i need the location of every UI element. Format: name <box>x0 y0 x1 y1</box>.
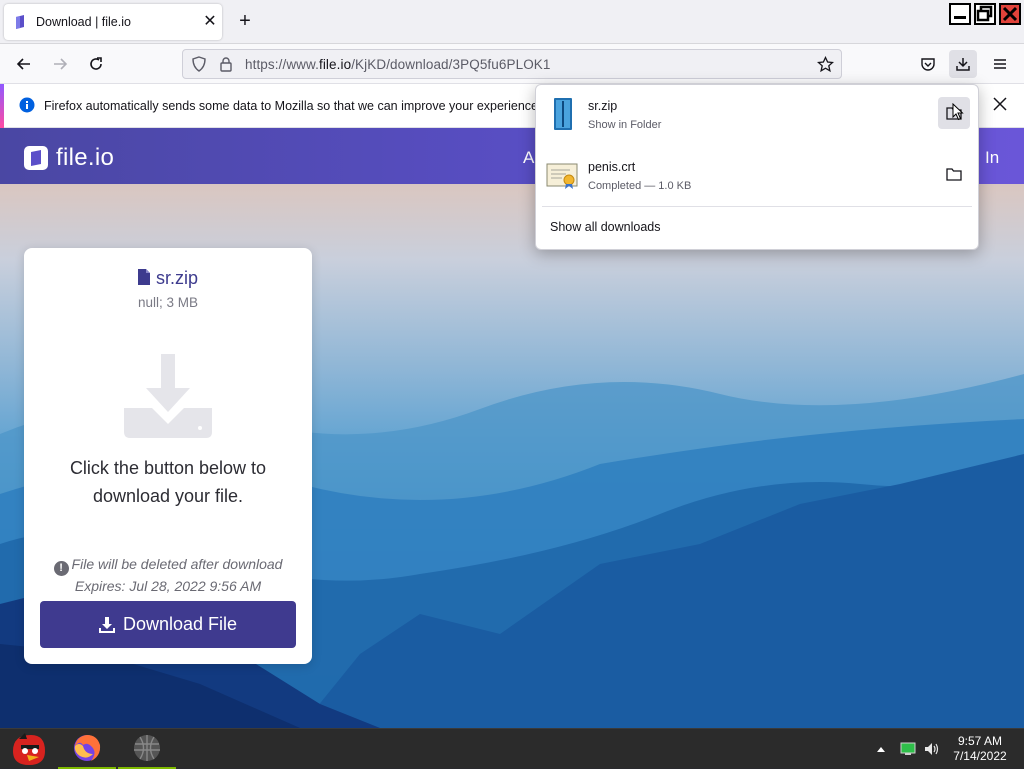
tab-title: Download | file.io <box>36 15 131 29</box>
app-menu-button[interactable] <box>986 50 1014 78</box>
file-icon <box>137 269 150 285</box>
folder-icon <box>946 168 962 181</box>
header-nav-link-partial[interactable]: A <box>523 148 534 168</box>
forward-button[interactable] <box>46 50 74 78</box>
new-tab-button[interactable]: + <box>234 10 256 32</box>
header-sign-in-link-partial[interactable]: In <box>985 148 999 168</box>
download-icon <box>98 616 115 633</box>
tab-close-icon[interactable]: ✕ <box>200 12 220 32</box>
download-item-status: Show in Folder <box>588 119 662 131</box>
download-item-name: penis.crt <box>588 160 636 174</box>
download-item-penis-crt[interactable]: penis.crt Completed — 1.0 KB <box>536 146 980 206</box>
notification-close-button[interactable] <box>990 94 1010 114</box>
download-file-button[interactable]: Download File <box>40 601 296 648</box>
download-file-label: Download File <box>122 614 238 634</box>
reload-icon <box>90 57 102 70</box>
zip-file-icon <box>554 98 572 130</box>
tracking-shield-icon[interactable] <box>191 56 207 72</box>
clock-date: 7/14/2022 <box>953 749 1007 763</box>
warning-icon: ! <box>53 561 69 576</box>
open-containing-folder-button[interactable] <box>938 158 970 190</box>
taskbar-app-angry-birds[interactable] <box>0 729 58 769</box>
download-item-name: sr.zip <box>588 99 618 113</box>
tab-file-io[interactable]: Download | file.io ✕ <box>4 4 222 40</box>
bookmark-star-icon[interactable] <box>817 56 834 73</box>
navigation-bar: https://www.file.io/KjKD/download/3PQ5fu… <box>0 44 1024 84</box>
url-prefix: https://www. <box>245 57 319 72</box>
show-hidden-icons-icon[interactable] <box>876 745 886 753</box>
lock-icon[interactable] <box>219 56 233 72</box>
file-io-logo-icon[interactable] <box>24 146 48 170</box>
url-bar[interactable]: https://www.file.io/KjKD/download/3PQ5fu… <box>182 49 842 79</box>
forward-arrow-icon <box>54 58 68 70</box>
notification-accent-stripe <box>0 84 4 128</box>
angry-birds-icon <box>13 733 45 765</box>
info-icon <box>19 97 35 113</box>
download-instruction: Click the button below to download your … <box>69 458 267 506</box>
taskbar: 9:57 AM 7/14/2022 <box>0 728 1024 769</box>
volume-icon[interactable] <box>924 742 940 756</box>
restore-icon <box>976 5 993 22</box>
close-icon <box>1002 6 1018 22</box>
download-item-sr-zip[interactable]: sr.zip Show in Folder <box>536 85 980 145</box>
expiry-warning: ! File will be deleted after download Exp… <box>24 554 312 596</box>
minimize-window-button[interactable] <box>949 3 971 25</box>
pocket-button[interactable] <box>914 50 942 78</box>
taskbar-app-firefox[interactable] <box>58 729 116 769</box>
back-button[interactable] <box>10 50 38 78</box>
firefox-icon <box>74 735 101 761</box>
file-name: sr.zip <box>155 268 198 288</box>
expiry-date: Expires: Jul 28, 2022 9:56 AM <box>74 578 262 594</box>
download-arrow-icon <box>956 58 970 71</box>
reload-button[interactable] <box>82 50 110 78</box>
download-item-status: Completed — 1.0 KB <box>588 180 692 192</box>
globe-app-icon <box>134 735 160 761</box>
notification-message: Firefox automatically sends some data to… <box>44 99 542 113</box>
minimize-icon <box>954 16 966 19</box>
file-meta: null; 3 MB <box>137 295 199 310</box>
delete-after-download-note: File will be deleted after download <box>71 556 283 572</box>
url-path: /KjKD/download/3PQ5fu6PLOK1 <box>351 57 551 72</box>
site-logo-text[interactable]: file.io <box>56 144 114 172</box>
file-io-favicon-icon <box>16 15 24 29</box>
downloads-panel: sr.zip Show in Folder penis.crt Complete… <box>535 84 979 250</box>
tab-bar: Download | file.io ✕ + <box>0 0 1024 44</box>
panel-divider <box>542 206 972 207</box>
taskbar-app-globe[interactable] <box>118 729 176 769</box>
downloads-button[interactable] <box>949 50 977 78</box>
file-title: sr.zip <box>24 268 312 289</box>
close-x-icon <box>993 97 1007 111</box>
url-text[interactable]: https://www.file.io/KjKD/download/3PQ5fu… <box>245 57 551 72</box>
url-domain: file.io <box>318 57 352 72</box>
show-all-downloads-link[interactable]: Show all downloads <box>550 220 661 234</box>
back-arrow-icon <box>16 58 30 70</box>
taskbar-clock[interactable]: 9:57 AM 7/14/2022 <box>940 734 1020 764</box>
clock-time: 9:57 AM <box>957 734 1003 748</box>
mouse-cursor-icon <box>952 103 964 121</box>
certificate-file-icon <box>546 163 578 189</box>
hamburger-menu-icon <box>994 59 1006 69</box>
download-illustration-icon <box>124 354 212 438</box>
download-card: sr.zip null; 3 MB Click the button below… <box>24 248 312 664</box>
network-status-icon[interactable] <box>900 742 916 756</box>
pocket-icon <box>921 58 935 71</box>
restore-window-button[interactable] <box>974 3 996 25</box>
close-window-button[interactable] <box>999 3 1021 25</box>
